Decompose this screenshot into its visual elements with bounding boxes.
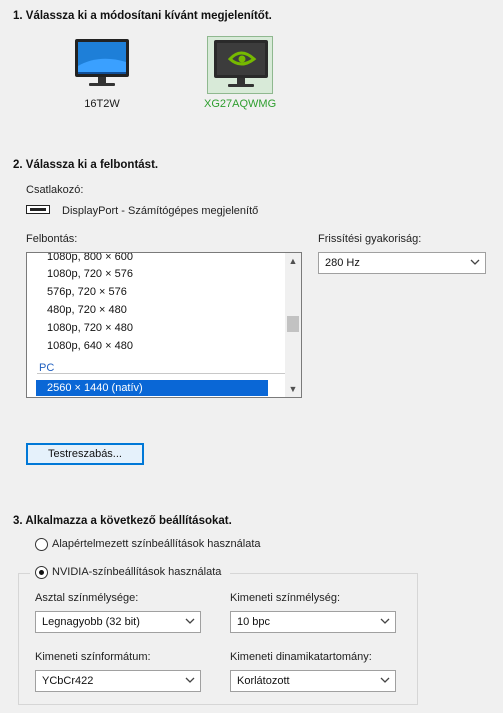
chevron-down-icon: [185, 677, 195, 683]
output-format-label: Kimeneti színformátum:: [35, 651, 151, 663]
monitor-nvidia-icon: [207, 36, 273, 94]
group-separator: [37, 373, 287, 374]
resolution-label: Felbontás:: [26, 233, 78, 245]
resolution-item[interactable]: 1080p, 800 × 600: [47, 253, 133, 263]
chevron-down-icon: [185, 618, 195, 624]
chevron-down-icon: [380, 677, 390, 683]
display-xg27aqwmg[interactable]: XG27AQWMG: [204, 36, 276, 110]
output-depth-dropdown[interactable]: 10 bpc: [230, 611, 396, 633]
output-depth-label: Kimeneti színmélység:: [230, 592, 341, 604]
scroll-thumb[interactable]: [287, 316, 299, 332]
customize-button[interactable]: Testreszabás...: [26, 443, 144, 465]
resolution-item[interactable]: 1080p, 640 × 480: [47, 340, 133, 352]
step3-title: 3. Alkalmazza a következő beállításokat.: [13, 515, 232, 527]
connector-value: DisplayPort - Számítógépes megjelenítő: [62, 205, 259, 217]
monitor-icon: [69, 36, 135, 94]
connector-label: Csatlakozó:: [26, 184, 84, 196]
chevron-down-icon: [380, 618, 390, 624]
resolution-item[interactable]: 1080p, 720 × 480: [47, 322, 133, 334]
displayport-icon: [26, 205, 50, 214]
output-range-dropdown[interactable]: Korlátozott: [230, 670, 396, 692]
resolution-item[interactable]: 480p, 720 × 480: [47, 304, 127, 316]
output-format-dropdown[interactable]: YCbCr422: [35, 670, 201, 692]
desktop-depth-value: Legnagyobb (32 bit): [42, 616, 140, 628]
display-16t2w[interactable]: 16T2W: [66, 36, 138, 110]
scroll-down-icon[interactable]: ▼: [285, 381, 301, 397]
scroll-up-icon[interactable]: ▲: [285, 253, 301, 269]
output-range-value: Korlátozott: [237, 675, 290, 687]
display-name: 16T2W: [84, 98, 120, 110]
resolution-listbox[interactable]: 1080p, 800 × 600 1080p, 720 × 576 576p, …: [26, 252, 302, 398]
step2-title: 2. Válassza ki a felbontást.: [13, 159, 159, 171]
output-format-value: YCbCr422: [42, 675, 94, 687]
refresh-rate-value: 280 Hz: [325, 257, 360, 269]
radio-nvidia-label: NVIDIA-színbeállítások használata: [52, 566, 222, 578]
resolution-item-selected[interactable]: 2560 × 1440 (natív): [36, 380, 268, 396]
refresh-rate-dropdown[interactable]: 280 Hz: [318, 252, 486, 274]
radio-default-colors[interactable]: [35, 538, 48, 551]
selected-resolution-label: 2560 × 1440 (natív): [47, 382, 143, 394]
resolution-item[interactable]: 1080p, 720 × 576: [47, 268, 133, 280]
resolution-item[interactable]: 576p, 720 × 576: [47, 286, 127, 298]
resolution-scrollbar[interactable]: ▲ ▼: [285, 253, 301, 397]
display-name: XG27AQWMG: [204, 98, 277, 110]
output-range-label: Kimeneti dinamikatartomány:: [230, 651, 372, 663]
chevron-down-icon: [470, 259, 480, 265]
desktop-depth-dropdown[interactable]: Legnagyobb (32 bit): [35, 611, 201, 633]
desktop-depth-label: Asztal színmélysége:: [35, 592, 139, 604]
radio-default-label: Alapértelmezett színbeállítások használa…: [52, 538, 261, 550]
radio-nvidia-colors[interactable]: [35, 566, 48, 579]
output-depth-value: 10 bpc: [237, 616, 271, 628]
refresh-label: Frissítési gyakoriság:: [318, 233, 422, 245]
step1-title: 1. Válassza ki a módosítani kívánt megje…: [13, 10, 272, 22]
